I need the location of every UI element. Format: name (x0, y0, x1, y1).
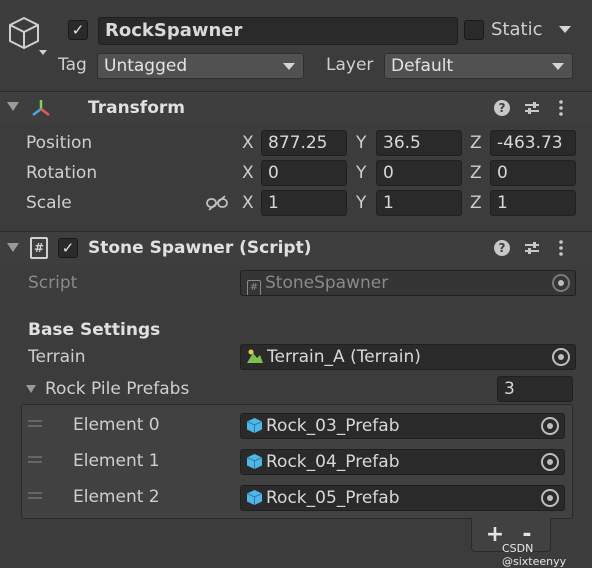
more-menu-icon[interactable] (558, 100, 564, 116)
csharp-script-icon: # (247, 280, 261, 295)
tag-label: Tag (58, 55, 87, 75)
rotation-y-field[interactable]: 0 (376, 160, 462, 186)
rotation-y-axis-label[interactable]: Y (356, 163, 366, 183)
watermark: CSDN @sixteenyy (502, 542, 567, 568)
element-2-label: Element 2 (73, 487, 160, 507)
transform-title: Transform (88, 98, 185, 118)
tag-dropdown[interactable]: Untagged (97, 53, 304, 79)
position-z-field[interactable]: -463.73 (490, 130, 576, 156)
script-label: Script (28, 273, 78, 293)
element-1-value: Rock_04_Prefab (266, 452, 400, 472)
script-object-field: # StoneSpawner (240, 270, 576, 296)
gameobject-icon[interactable] (6, 14, 50, 58)
element-1-field[interactable]: Rock_04_Prefab (240, 449, 565, 475)
layer-dropdown[interactable]: Default (384, 53, 573, 79)
object-picker-icon[interactable] (541, 453, 559, 471)
drag-handle-icon[interactable] (28, 489, 42, 502)
script-component-title: Stone Spawner (Script) (88, 238, 312, 258)
scale-y-axis-label[interactable]: Y (356, 193, 366, 213)
help-icon[interactable]: ? (494, 100, 510, 116)
position-y-axis-label[interactable]: Y (356, 133, 366, 153)
foldout-arrow-icon[interactable] (7, 243, 19, 252)
terrain-icon (247, 346, 263, 363)
position-x-field[interactable]: 877.25 (261, 130, 347, 156)
element-1-label: Element 1 (73, 451, 160, 471)
object-picker-icon[interactable] (541, 417, 559, 435)
foldout-arrow-icon[interactable] (7, 102, 19, 111)
position-x-axis-label[interactable]: X (242, 133, 254, 153)
scale-z-axis-label[interactable]: Z (470, 193, 482, 213)
section-heading: Base Settings (28, 320, 161, 340)
terrain-label: Terrain (28, 347, 86, 367)
layer-label: Layer (326, 55, 374, 75)
element-0-label: Element 0 (73, 415, 160, 435)
element-0-field[interactable]: Rock_03_Prefab (240, 413, 565, 439)
prefab-cube-icon (246, 416, 263, 433)
terrain-value: Terrain_A (Terrain) (267, 347, 421, 367)
object-picker-icon[interactable] (552, 348, 570, 366)
rotation-x-axis-label[interactable]: X (242, 163, 254, 183)
scale-y-field[interactable]: 1 (376, 190, 462, 216)
list-label[interactable]: Rock Pile Prefabs (45, 379, 189, 399)
rotation-z-axis-label[interactable]: Z (470, 163, 482, 183)
object-picker-icon[interactable] (541, 489, 559, 507)
scale-x-axis-label[interactable]: X (242, 193, 254, 213)
static-checkbox[interactable] (464, 20, 484, 40)
layer-value: Default (391, 56, 454, 76)
object-name-field[interactable]: RockSpawner (98, 17, 458, 45)
list-foldout-arrow-icon[interactable] (26, 385, 36, 393)
tag-value: Untagged (104, 56, 188, 76)
prefab-cube-icon (246, 452, 263, 469)
position-label: Position (26, 133, 93, 153)
active-checkbox[interactable]: ✓ (68, 20, 88, 40)
element-2-value: Rock_05_Prefab (266, 488, 400, 508)
help-icon[interactable]: ? (494, 240, 510, 256)
transform-icon (30, 97, 52, 119)
script-enabled-checkbox[interactable]: ✓ (58, 238, 78, 258)
scale-label: Scale (26, 193, 72, 213)
scale-x-field[interactable]: 1 (261, 190, 347, 216)
presets-icon[interactable] (524, 100, 540, 116)
drag-handle-icon[interactable] (28, 417, 42, 430)
terrain-object-field[interactable]: Terrain_A (Terrain) (240, 344, 576, 370)
object-picker-icon (552, 274, 570, 292)
drag-handle-icon[interactable] (28, 453, 42, 466)
csharp-script-icon: # (30, 237, 48, 259)
script-value: StoneSpawner (265, 273, 389, 293)
element-2-field[interactable]: Rock_05_Prefab (240, 485, 565, 511)
rotation-z-field[interactable]: 0 (490, 160, 576, 186)
constrain-proportions-link-icon[interactable] (206, 195, 228, 211)
prefab-cube-icon (246, 488, 263, 505)
scale-z-field[interactable]: 1 (490, 190, 576, 216)
rotation-x-field[interactable]: 0 (261, 160, 347, 186)
list-size-field[interactable]: 3 (497, 376, 573, 402)
static-dropdown-arrow-icon[interactable] (559, 26, 571, 33)
rotation-label: Rotation (26, 163, 98, 183)
more-menu-icon[interactable] (558, 240, 564, 256)
position-y-field[interactable]: 36.5 (376, 130, 462, 156)
static-label: Static (491, 19, 543, 40)
chevron-down-icon (283, 63, 295, 70)
chevron-down-icon (552, 63, 564, 70)
position-z-axis-label[interactable]: Z (470, 133, 482, 153)
element-0-value: Rock_03_Prefab (266, 416, 400, 436)
presets-icon[interactable] (524, 240, 540, 256)
